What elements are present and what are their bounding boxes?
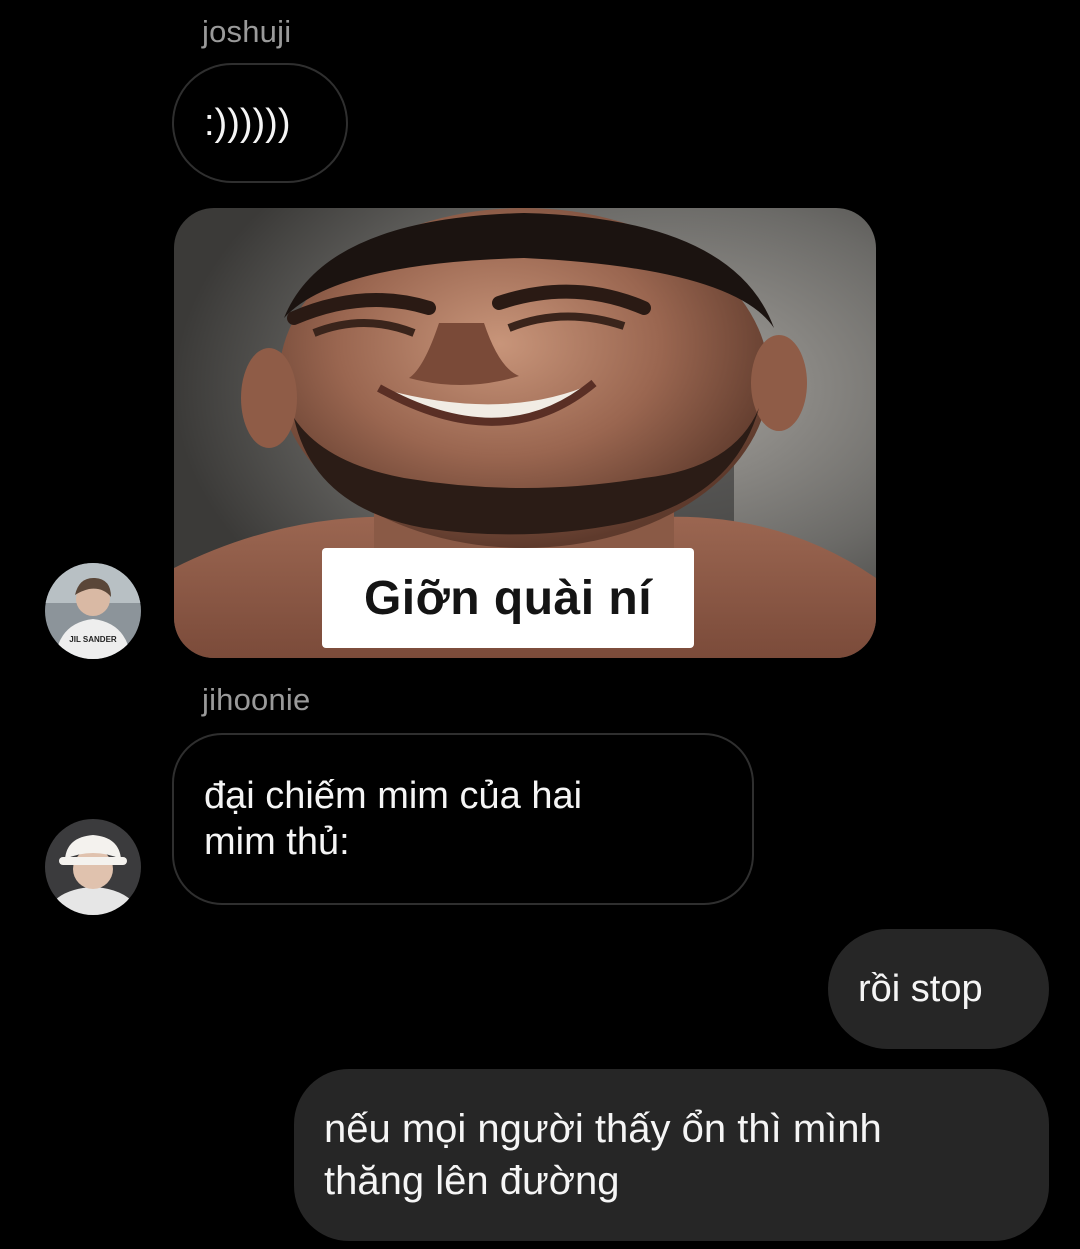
shared-image-message[interactable]: Giỡn quài ní xyxy=(174,208,876,658)
avatar-image: JIL SANDER xyxy=(45,563,141,659)
avatar-jihoonie[interactable] xyxy=(45,819,141,915)
message-text: đại chiếm mim của hai mim thủ: xyxy=(204,775,583,863)
sender-name-joshuji: joshuji xyxy=(202,14,292,49)
message-text: :)))))) xyxy=(204,101,291,144)
message-bubble-incoming[interactable]: đại chiếm mim của hai mim thủ: xyxy=(172,733,754,905)
shirt-logo-text: JIL SANDER xyxy=(69,635,117,644)
message-text: nếu mọi người thấy ổn thì mình thăng lên… xyxy=(324,1107,882,1203)
avatar-image xyxy=(45,819,141,915)
avatar-joshuji[interactable]: JIL SANDER xyxy=(45,563,141,659)
message-text: rồi stop xyxy=(858,967,983,1010)
message-bubble-outgoing[interactable]: nếu mọi người thấy ổn thì mình thăng lên… xyxy=(294,1069,1049,1241)
message-bubble-incoming[interactable]: :)))))) xyxy=(172,63,348,183)
message-bubble-outgoing[interactable]: rồi stop xyxy=(828,929,1049,1049)
sender-name-jihoonie: jihoonie xyxy=(202,682,311,717)
meme-caption: Giỡn quài ní xyxy=(322,548,694,648)
